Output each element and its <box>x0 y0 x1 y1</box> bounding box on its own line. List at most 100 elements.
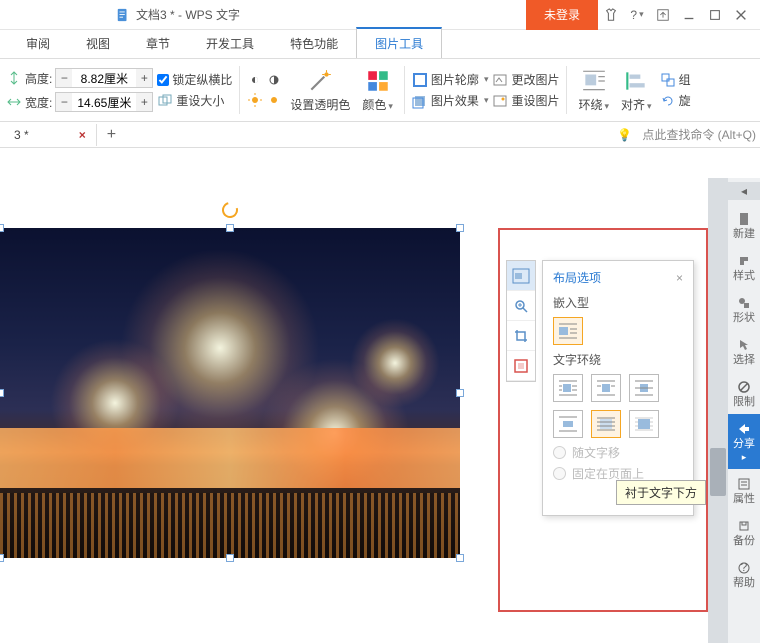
doc-tab[interactable]: 3 *× <box>4 124 97 146</box>
upload-icon[interactable] <box>650 0 676 30</box>
tab-devtools[interactable]: 开发工具 <box>188 29 272 58</box>
width-label: 宽度: <box>25 94 52 111</box>
sidebar-new[interactable]: 新建 <box>728 204 760 246</box>
tab-view[interactable]: 视图 <box>68 29 128 58</box>
sun-icon[interactable] <box>247 92 263 108</box>
selected-image[interactable] <box>0 228 460 558</box>
height-icon <box>6 70 22 86</box>
height-dec[interactable]: − <box>56 69 72 87</box>
mini-crop-icon[interactable] <box>507 321 535 351</box>
wrap-section-label: 文字环绕 <box>553 351 683 368</box>
sidebar-limit[interactable]: 限制 <box>728 372 760 414</box>
height-inc[interactable]: + <box>136 69 152 87</box>
radio-move-with-text: 随文字移 <box>553 444 683 461</box>
handle-br[interactable] <box>456 554 464 562</box>
sun2-icon[interactable] <box>266 92 282 108</box>
tab-picture-tools[interactable]: 图片工具 <box>356 27 442 58</box>
rotate-handle[interactable] <box>219 199 241 221</box>
width-inc[interactable]: + <box>136 93 152 111</box>
sidebar-share[interactable]: 分享▸ <box>728 414 760 469</box>
wrap-inline[interactable] <box>553 317 583 345</box>
change-pic-button[interactable]: 更改图片 <box>511 71 559 88</box>
handle-bl[interactable] <box>0 554 4 562</box>
new-tab-button[interactable]: + <box>97 126 126 144</box>
lock-ratio-checkbox[interactable] <box>157 74 169 86</box>
skin-icon[interactable] <box>598 0 624 30</box>
document-tabs: 3 *× + 💡 点此查找命令 (Alt+Q) <box>0 122 760 148</box>
mini-frame-icon[interactable] <box>507 351 535 381</box>
command-search[interactable]: 点此查找命令 (Alt+Q) <box>642 126 756 143</box>
tab-review[interactable]: 审阅 <box>8 29 68 58</box>
scrollbar-track[interactable] <box>708 178 728 643</box>
height-spinner[interactable]: − + <box>55 68 153 88</box>
minimize-button[interactable] <box>676 0 702 30</box>
scrollbar-thumb[interactable] <box>710 448 726 496</box>
align-button[interactable]: 对齐▾ <box>617 66 656 115</box>
effect-icon <box>412 93 428 109</box>
height-label: 高度: <box>25 70 52 87</box>
help-button[interactable]: ?▾ <box>624 0 650 30</box>
collapse-sidebar-icon[interactable]: ◂ <box>728 182 760 200</box>
width-dec[interactable]: − <box>56 93 72 111</box>
wrap-front[interactable] <box>629 410 659 438</box>
contrast-icon[interactable] <box>266 72 282 88</box>
reset-pic-icon <box>492 93 508 109</box>
login-button[interactable]: 未登录 <box>526 0 598 30</box>
change-pic-icon <box>492 72 508 88</box>
mini-toolbar <box>506 260 536 382</box>
group-button[interactable]: 组 <box>679 71 691 88</box>
width-icon <box>6 94 22 110</box>
close-button[interactable] <box>728 0 754 30</box>
svg-text:?: ? <box>741 561 748 574</box>
handle-b[interactable] <box>226 554 234 562</box>
rotate-button[interactable]: 旋 <box>679 92 691 109</box>
document-title: 文档3 * - WPS 文字 <box>136 6 240 23</box>
handle-tl[interactable] <box>0 224 4 232</box>
title-bar: 文档3 * - WPS 文字 未登录 ?▾ <box>0 0 760 30</box>
sidebar-property[interactable]: 属性 <box>728 469 760 511</box>
wrap-square[interactable] <box>553 374 583 402</box>
maximize-button[interactable] <box>702 0 728 30</box>
right-sidebar: ◂ 新建 样式 形状 选择 限制 分享▸ 属性 备份 ?帮助 <box>708 178 760 643</box>
color-button[interactable]: 颜色▾ <box>358 66 397 115</box>
wrap-button[interactable]: 环绕▾ <box>574 66 613 115</box>
layout-panel-close[interactable]: × <box>676 271 683 285</box>
doc-icon <box>116 8 130 22</box>
wand-icon <box>307 68 333 94</box>
height-input[interactable] <box>72 69 136 87</box>
tab-chapter[interactable]: 章节 <box>128 29 188 58</box>
sidebar-shape[interactable]: 形状 <box>728 288 760 330</box>
handle-l[interactable] <box>0 389 4 397</box>
outline-icon <box>412 72 428 88</box>
handle-t[interactable] <box>226 224 234 232</box>
handle-tr[interactable] <box>456 224 464 232</box>
wrap-through[interactable] <box>629 374 659 402</box>
set-transparent-button[interactable]: 设置透明色 <box>286 66 354 115</box>
tab-features[interactable]: 特色功能 <box>272 29 356 58</box>
layout-panel-title: 布局选项 <box>553 269 601 286</box>
bulb-icon: 💡 <box>617 128 632 142</box>
wrap-behind[interactable] <box>591 410 621 438</box>
reset-size-icon <box>157 93 173 109</box>
mini-zoom-icon[interactable] <box>507 291 535 321</box>
close-tab-icon[interactable]: × <box>79 128 86 142</box>
wrap-tight[interactable] <box>591 374 621 402</box>
brightness-icon[interactable] <box>247 72 263 88</box>
pic-effect-button[interactable]: 图片效果 <box>431 92 479 109</box>
handle-r[interactable] <box>456 389 464 397</box>
sidebar-style[interactable]: 样式 <box>728 246 760 288</box>
inline-section-label: 嵌入型 <box>553 294 683 311</box>
wrap-topbottom[interactable] <box>553 410 583 438</box>
sidebar-backup[interactable]: 备份 <box>728 511 760 553</box>
sidebar-select[interactable]: 选择 <box>728 330 760 372</box>
pic-outline-button[interactable]: 图片轮廓 <box>431 71 479 88</box>
mini-layout-icon[interactable] <box>507 261 535 291</box>
width-spinner[interactable]: − + <box>55 92 153 112</box>
menu-tabs: 审阅 视图 章节 开发工具 特色功能 图片工具 <box>0 30 760 58</box>
layout-options-panel: 布局选项 × 嵌入型 文字环绕 随文字移 固定在页面上 查看更多... <box>542 260 694 516</box>
reset-size-label[interactable]: 重设大小 <box>176 92 224 109</box>
width-input[interactable] <box>72 93 136 111</box>
sidebar-help[interactable]: ?帮助 <box>728 553 760 595</box>
reset-pic-button[interactable]: 重设图片 <box>511 92 559 109</box>
wrap-icon <box>581 68 607 94</box>
